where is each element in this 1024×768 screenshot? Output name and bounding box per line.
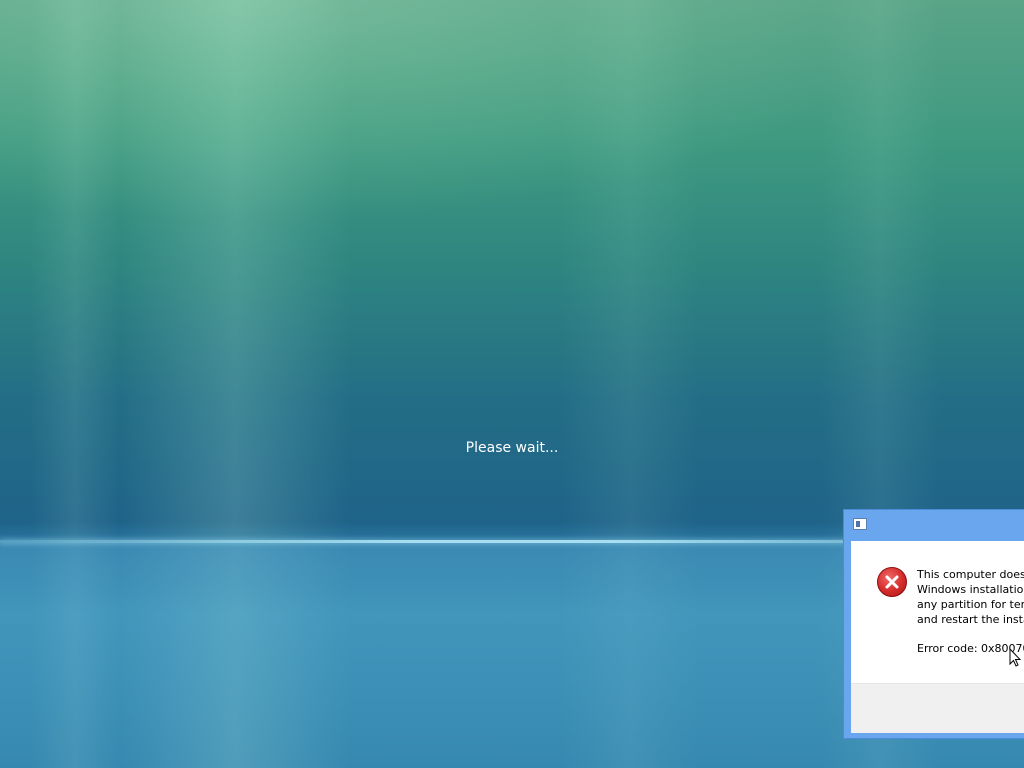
dialog-body: This computer does Windows installation … — [851, 541, 1024, 683]
error-dialog[interactable]: This computer does Windows installation … — [843, 509, 1024, 739]
dialog-button-area — [851, 683, 1024, 733]
app-window-icon — [853, 518, 867, 530]
setup-background: Please wait... This computer does Window… — [0, 0, 1024, 768]
error-x-icon — [877, 567, 907, 597]
error-message: This computer does Windows installation … — [917, 567, 1024, 627]
mouse-pointer-icon — [1009, 648, 1021, 667]
background-glow — [0, 0, 1024, 260]
please-wait-status: Please wait... — [465, 440, 559, 456]
error-message-line: Windows installation — [917, 583, 1024, 596]
error-code: Error code: 0x800701 — [917, 642, 1024, 655]
dialog-titlebar[interactable] — [844, 510, 1024, 540]
error-message-line: and restart the instal — [917, 613, 1024, 626]
error-message-line: This computer does — [917, 568, 1024, 581]
error-message-line: any partition for tem — [917, 598, 1024, 611]
